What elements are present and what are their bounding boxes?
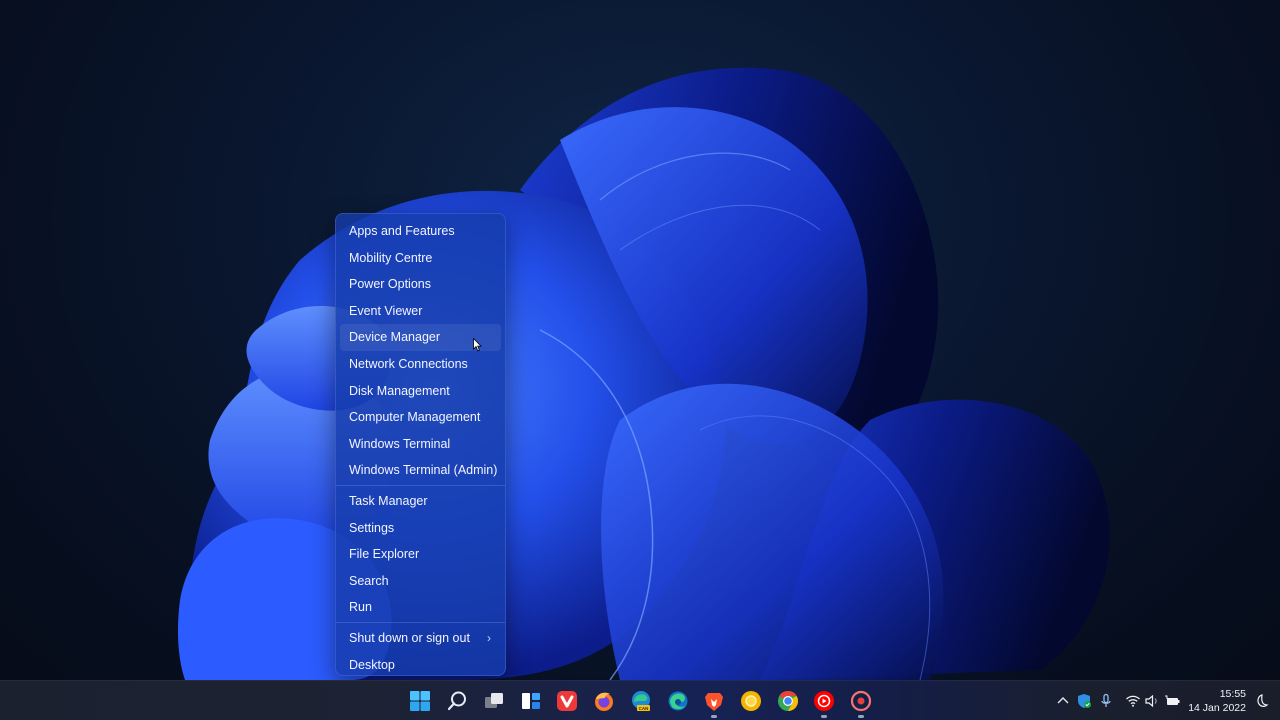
youtube-music-icon [814,691,834,711]
moon-icon [1257,694,1269,707]
windows-logo-icon [410,691,430,711]
taskbar-app-firefox[interactable] [590,687,618,715]
tray-battery[interactable] [1163,691,1181,711]
running-indicator [821,715,827,718]
menu-item-file-explorer[interactable]: File Explorer [340,541,501,568]
clock-date: 14 Jan 2022 [1188,702,1246,714]
edge-icon [668,691,688,711]
menu-item-computer-management[interactable]: Computer Management [340,404,501,431]
menu-item-label: Shut down or sign out [349,630,470,645]
widgets-button[interactable] [517,687,545,715]
running-indicator [858,715,864,718]
windows-security-icon [1078,694,1091,708]
show-hidden-icons-button[interactable] [1054,691,1072,711]
tray-wifi[interactable] [1124,691,1142,711]
running-indicator [711,715,717,718]
svg-text:CAN: CAN [639,706,649,711]
taskbar-app-edge-canary[interactable]: CAN [627,687,655,715]
edge-canary-icon: CAN [632,691,650,711]
firefox-icon [595,692,613,711]
task-view-button[interactable] [480,687,508,715]
menu-item-mobility-centre[interactable]: Mobility Centre [340,245,501,272]
search-icon [447,691,466,711]
menu-item-event-viewer[interactable]: Event Viewer [340,298,501,325]
vivaldi-icon [557,691,577,711]
menu-item-windows-terminal[interactable]: Windows Terminal [340,431,501,458]
winx-context-menu: Apps and Features Mobility Centre Power … [335,213,506,676]
menu-item-power-options[interactable]: Power Options [340,271,501,298]
menu-separator [336,621,505,623]
menu-item-desktop[interactable]: Desktop [340,652,501,679]
menu-item-disk-management[interactable]: Disk Management [340,378,501,405]
volume-icon [1145,694,1157,708]
menu-item-run[interactable]: Run [340,594,501,621]
clock-time: 15:55 [1219,688,1246,700]
taskbar-app-youtube-music[interactable] [810,687,838,718]
menu-item-search[interactable]: Search [340,568,501,595]
menu-item-network-connections[interactable]: Network Connections [340,351,501,378]
menu-item-task-manager[interactable]: Task Manager [340,488,501,515]
tray-windows-security[interactable] [1075,691,1093,711]
clock[interactable]: 15:55 14 Jan 2022 [1186,687,1246,715]
taskbar: CAN 15:55 14 Jan 2022 [0,680,1280,720]
menu-item-shut-down-or-sign-out[interactable]: Shut down or sign out › [340,625,501,652]
chevron-right-icon: › [487,630,491,645]
wifi-icon [1126,695,1140,707]
menu-separator [336,484,505,486]
taskbar-app-screen-recorder[interactable] [847,687,875,718]
taskbar-app-brave[interactable] [700,687,728,718]
tray-microphone[interactable] [1097,691,1115,711]
task-view-icon [485,693,503,708]
menu-item-settings[interactable]: Settings [340,515,501,542]
desktop[interactable]: Apps and Features Mobility Centre Power … [0,0,1280,680]
focus-assist-button[interactable] [1252,691,1270,711]
chevron-up-icon [1057,697,1069,704]
chrome-canary-icon [741,691,761,711]
menu-item-windows-terminal-admin[interactable]: Windows Terminal (Admin) [340,457,501,484]
taskbar-app-chrome[interactable] [774,687,802,715]
brave-icon [705,693,723,711]
search-button[interactable] [443,687,471,715]
taskbar-app-chrome-canary[interactable] [737,687,765,715]
taskbar-app-edge[interactable] [664,687,692,715]
start-button[interactable] [406,687,434,715]
microphone-icon [1101,693,1111,707]
chrome-icon [778,690,798,711]
tray-volume[interactable] [1143,691,1161,711]
menu-item-apps-and-features[interactable]: Apps and Features [340,218,501,245]
battery-charging-icon [1165,695,1180,705]
mouse-cursor-icon [473,338,482,352]
widgets-icon [522,693,540,709]
wallpaper-bloom [177,67,1110,680]
taskbar-app-vivaldi[interactable] [553,687,581,715]
record-icon [850,690,872,712]
